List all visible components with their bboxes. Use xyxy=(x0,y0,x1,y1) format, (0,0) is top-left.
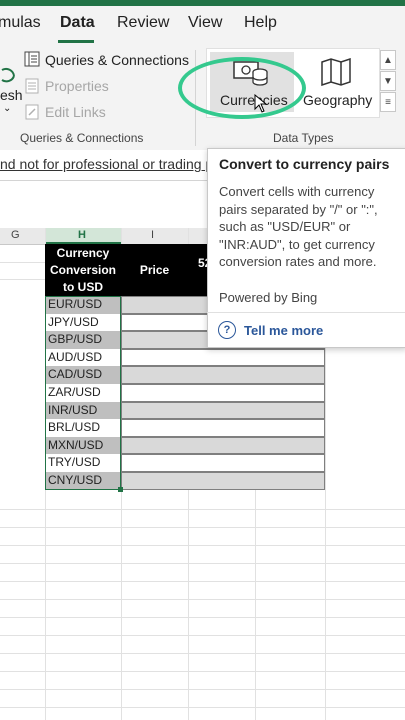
fill-handle[interactable] xyxy=(118,487,123,492)
screentip-title: Convert to currency pairs xyxy=(219,156,390,172)
gridline xyxy=(0,635,405,636)
column-header-g[interactable]: G xyxy=(11,229,20,241)
data-row-cells[interactable] xyxy=(121,384,325,402)
gridline xyxy=(0,581,405,582)
group-label-data-types: Data Types xyxy=(273,131,334,145)
header-currency-conversion[interactable]: Currency Conversion to USD xyxy=(45,244,121,296)
properties-button[interactable]: Properties xyxy=(45,78,109,94)
column-header-i[interactable]: I xyxy=(151,229,154,241)
data-row-cells[interactable] xyxy=(121,348,325,367)
gridline xyxy=(0,599,405,600)
geography-icon xyxy=(320,57,352,87)
gallery-more-icon[interactable]: ≡ xyxy=(380,92,396,112)
refresh-all-button[interactable]: esh xyxy=(0,87,23,103)
gallery-scroll-down-icon[interactable]: ▼ xyxy=(380,71,396,91)
screentip-body: Convert cells with currency pairs separa… xyxy=(219,184,378,269)
highlight-ellipse xyxy=(178,57,306,119)
data-row-cells[interactable] xyxy=(121,401,325,420)
screentip-divider xyxy=(207,312,405,313)
gridline xyxy=(0,545,405,546)
header-price[interactable]: Price xyxy=(121,244,188,296)
properties-icon xyxy=(25,78,39,94)
gridline xyxy=(0,653,405,654)
screentip-powered-by: Powered by Bing xyxy=(219,290,318,305)
disclaimer-link[interactable]: nd not for professional or trading pu xyxy=(0,156,221,172)
column-header-h[interactable]: H xyxy=(78,229,86,241)
tab-help[interactable]: Help xyxy=(244,14,277,32)
gridline xyxy=(0,671,405,672)
edit-links-button[interactable]: Edit Links xyxy=(45,104,106,120)
active-tab-indicator xyxy=(58,40,94,43)
tab-data[interactable]: Data xyxy=(60,14,95,32)
gridline xyxy=(0,509,405,510)
edit-links-icon xyxy=(25,104,39,120)
gridline xyxy=(0,617,405,618)
selection-range xyxy=(45,296,121,490)
data-row-cells[interactable] xyxy=(121,472,325,490)
tab-formulas[interactable]: mulas xyxy=(0,14,41,32)
group-label-queries: Queries & Connections xyxy=(20,131,144,145)
tell-me-more-link[interactable]: Tell me more xyxy=(244,323,323,338)
title-strip xyxy=(0,0,405,6)
queries-connections-button[interactable]: Queries & Connections xyxy=(45,52,189,68)
gridline xyxy=(0,689,405,690)
data-row-cells[interactable] xyxy=(121,436,325,455)
geography-button[interactable]: Geography xyxy=(303,92,372,108)
data-row-cells[interactable] xyxy=(121,419,325,437)
tab-view[interactable]: View xyxy=(188,14,222,32)
data-row-cells[interactable] xyxy=(121,366,325,384)
gridline xyxy=(0,563,405,564)
refresh-icon[interactable] xyxy=(0,64,16,86)
tab-review[interactable]: Review xyxy=(117,14,169,32)
gridline xyxy=(0,527,405,528)
gallery-scroll-up-icon[interactable]: ▲ xyxy=(380,50,396,70)
gridline xyxy=(0,707,405,708)
data-row-cells[interactable] xyxy=(121,454,325,472)
help-question-icon[interactable]: ? xyxy=(218,321,236,339)
refresh-dropdown-icon[interactable]: ⌄ xyxy=(3,103,11,114)
queries-connections-icon xyxy=(24,51,40,67)
